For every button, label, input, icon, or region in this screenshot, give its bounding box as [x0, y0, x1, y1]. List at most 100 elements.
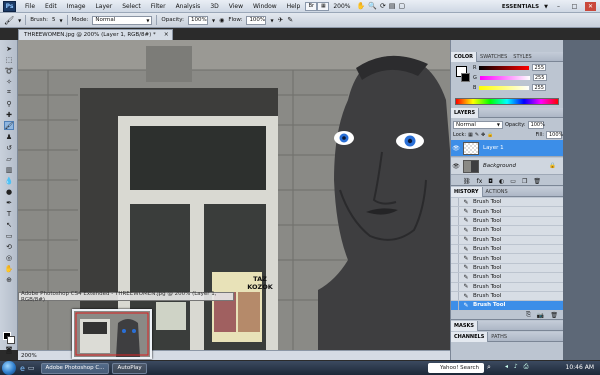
history-item[interactable]: ✎ Brush Tool — [451, 244, 564, 255]
brush-tool-icon[interactable]: 🖌 — [4, 121, 14, 130]
link-layers-icon[interactable]: ⛓ — [463, 178, 471, 185]
tab-masks[interactable]: MASKS — [451, 320, 478, 331]
history-source-box[interactable] — [451, 216, 459, 226]
eyedropper-tool-icon[interactable]: ⚲ — [4, 99, 14, 108]
menu-help[interactable]: Help — [282, 3, 306, 10]
history-item[interactable]: ✎ Brush Tool — [451, 263, 564, 274]
crop-tool-icon[interactable]: ⌗ — [4, 88, 14, 97]
layer-row-layer-1[interactable]: 👁 Layer 1 — [451, 140, 564, 157]
screen-mode-icon[interactable]: ▢ — [398, 2, 405, 10]
type-tool-icon[interactable]: T — [4, 209, 14, 218]
background-color-swatch[interactable] — [7, 336, 15, 344]
menu-view[interactable]: View — [224, 3, 248, 10]
new-snapshot-icon[interactable]: 📷 — [537, 312, 544, 319]
brush-tool-preset-chevron-icon[interactable]: ▼ — [18, 18, 21, 23]
zoom-level-select[interactable]: 200% — [333, 3, 350, 10]
history-source-box[interactable] — [451, 198, 459, 207]
layer-name[interactable]: Background — [483, 163, 516, 169]
tab-swatches[interactable]: SWATCHES — [477, 52, 510, 62]
new-document-from-state-icon[interactable]: ⎘ — [526, 311, 531, 319]
zoom-tool-icon[interactable]: ⊕ — [4, 275, 14, 284]
menu-3d[interactable]: 3D — [205, 3, 223, 10]
history-item[interactable]: ✎ Brush Tool — [451, 282, 564, 292]
red-ramp[interactable] — [479, 65, 530, 70]
taskbar-autoplay[interactable]: AutoPlay — [112, 362, 147, 374]
delete-layer-icon[interactable]: 🗑 — [533, 178, 541, 185]
history-source-box[interactable] — [451, 207, 459, 216]
flow-chevron-icon[interactable]: ▼ — [270, 18, 273, 23]
brush-size-value[interactable]: 5 — [52, 17, 56, 23]
workspace-switcher[interactable]: ESSENTIALS — [502, 4, 539, 10]
new-group-icon[interactable]: ▭ — [510, 178, 516, 185]
red-value[interactable]: 255 — [532, 64, 547, 71]
airbrush-icon[interactable]: ✈ — [278, 16, 284, 24]
green-value[interactable]: 255 — [532, 74, 547, 81]
opacity-pressure-icon[interactable]: ◉ — [219, 17, 224, 24]
color-slider-g[interactable]: G 255 — [473, 74, 561, 81]
blue-value[interactable]: 255 — [532, 84, 547, 91]
quick-select-tool-icon[interactable]: ✧ — [4, 77, 14, 86]
history-brush-tool-icon[interactable]: ↺ — [4, 143, 14, 152]
yahoo-search-field[interactable]: Yahoo! Search — [428, 363, 484, 373]
lock-image-icon[interactable]: ✎ — [475, 132, 479, 138]
dodge-tool-icon[interactable]: ● — [4, 187, 14, 196]
quick-launch-desktop-icon[interactable]: ▭ — [28, 364, 35, 372]
menu-image[interactable]: Image — [62, 3, 91, 10]
opacity-chevron-icon[interactable]: ▼ — [212, 18, 215, 23]
start-button[interactable] — [2, 361, 16, 375]
history-source-box[interactable] — [451, 263, 459, 273]
hand-tool-icon[interactable]: ✋ — [4, 264, 14, 273]
color-panel-background[interactable] — [461, 73, 470, 82]
shape-tool-icon[interactable]: ▭ — [4, 231, 14, 240]
layer-opacity-input[interactable]: 100% — [527, 120, 545, 129]
status-zoom[interactable]: 200% — [21, 353, 37, 359]
brush-tool-preset-icon[interactable]: 🖌 — [4, 16, 14, 25]
color-spectrum-bar[interactable] — [455, 98, 559, 105]
history-source-box[interactable] — [451, 235, 459, 244]
close-icon[interactable]: × — [164, 31, 169, 38]
blue-ramp[interactable] — [479, 85, 530, 90]
history-source-box[interactable] — [451, 226, 459, 235]
marquee-tool-icon[interactable]: ⬚ — [4, 55, 14, 64]
tablet-pressure-icon[interactable]: ✎ — [287, 16, 293, 24]
layer-fill-input[interactable]: 100% — [546, 130, 563, 139]
tab-paths[interactable]: PATHS — [488, 332, 510, 342]
history-item[interactable]: ✎ Brush Tool — [451, 207, 564, 217]
color-slider-r[interactable]: R 255 — [473, 64, 561, 71]
history-item[interactable]: ✎ Brush Tool — [451, 273, 564, 283]
visibility-eye-icon[interactable]: 👁 — [451, 163, 461, 170]
tab-history[interactable]: HISTORY — [451, 186, 483, 197]
quick-launch-ie-icon[interactable]: e — [20, 364, 25, 373]
move-tool-icon[interactable]: ➤ — [4, 44, 14, 53]
color-slider-b[interactable]: B 255 — [473, 84, 561, 91]
layer-style-icon[interactable]: fx — [477, 178, 483, 185]
taskbar-clock[interactable]: 10:46 AM — [566, 364, 594, 371]
menu-layer[interactable]: Layer — [90, 3, 117, 10]
history-source-box[interactable] — [451, 282, 459, 291]
menu-analysis[interactable]: Analysis — [171, 3, 206, 10]
lasso-tool-icon[interactable]: ➰ — [4, 66, 14, 75]
tab-styles[interactable]: STYLES — [510, 52, 534, 62]
blend-mode-select[interactable]: Normal ▼ — [453, 120, 503, 129]
flow-input[interactable]: 100% — [246, 15, 267, 25]
clone-stamp-tool-icon[interactable]: ♟ — [4, 132, 14, 141]
document-tab[interactable]: THREEWOMEN.jpg @ 200% (Layer 1, RGB/8#) … — [18, 29, 173, 40]
mode-select[interactable]: Normal ▼ — [92, 15, 153, 25]
3d-orbit-tool-icon[interactable]: ◎ — [4, 253, 14, 262]
pen-tool-icon[interactable]: ✒ — [4, 198, 14, 207]
tab-channels[interactable]: CHANNELS — [451, 331, 489, 342]
hand-tool-icon[interactable]: ✋ — [357, 2, 366, 10]
menu-window[interactable]: Window — [248, 3, 282, 10]
opacity-input[interactable]: 100% — [188, 15, 208, 25]
rotate-view-icon[interactable]: ⟳ — [380, 2, 386, 10]
lock-position-icon[interactable]: ✥ — [481, 132, 485, 138]
delete-state-icon[interactable]: 🗑 — [550, 312, 558, 319]
history-source-box[interactable] — [451, 301, 459, 310]
green-ramp[interactable] — [479, 75, 530, 80]
tab-color[interactable]: COLOR — [451, 51, 478, 62]
menu-filter[interactable]: Filter — [146, 3, 171, 10]
history-item[interactable]: ✎ Brush Tool — [451, 216, 564, 227]
3d-rotate-tool-icon[interactable]: ⟲ — [4, 242, 14, 251]
visibility-eye-icon[interactable]: 👁 — [451, 145, 461, 152]
close-button[interactable]: ✕ — [585, 2, 596, 11]
